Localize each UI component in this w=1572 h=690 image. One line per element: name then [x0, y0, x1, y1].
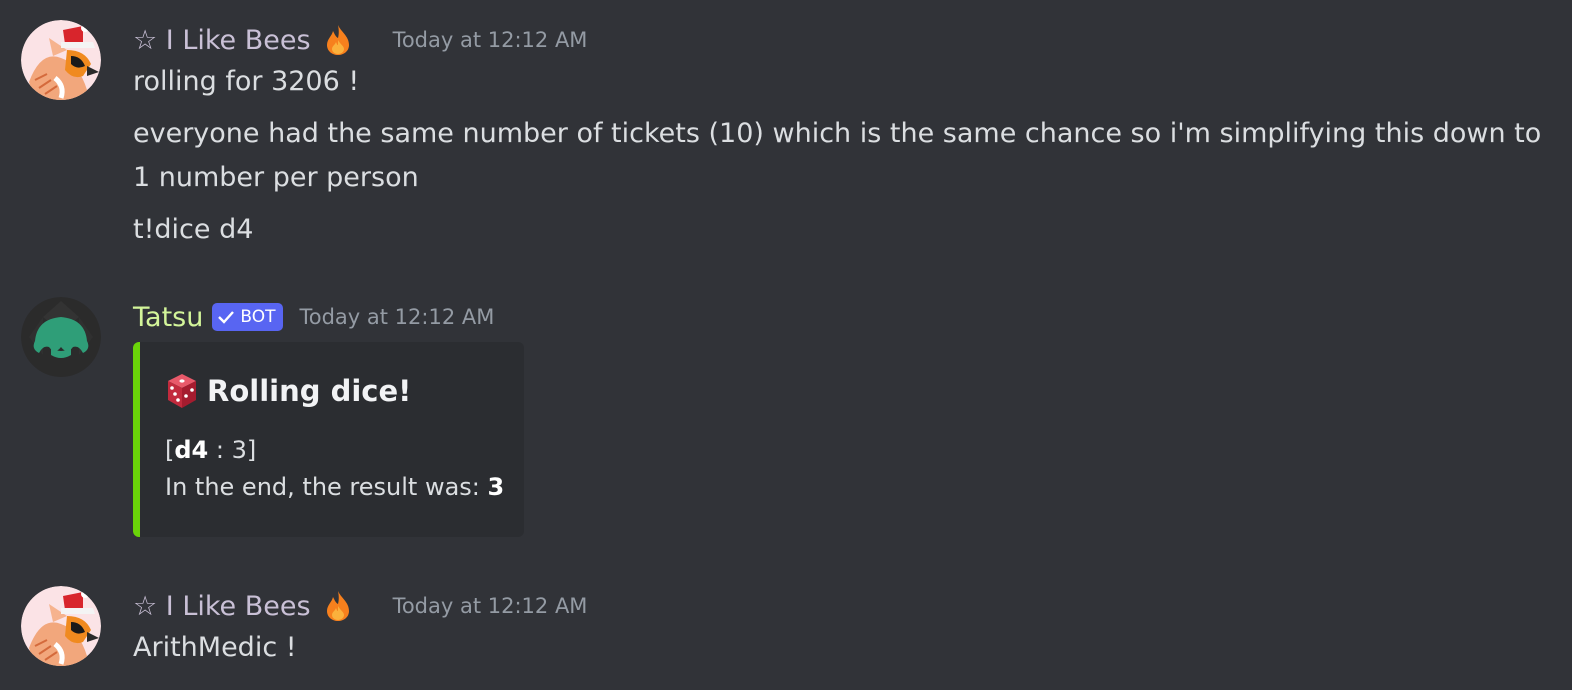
embed-roll-line: [d4 : 3]	[165, 436, 256, 464]
embed-result-line: In the end, the result was: 3	[165, 473, 504, 501]
avatar[interactable]	[21, 297, 101, 377]
roll-die: d4	[174, 436, 209, 464]
timestamp[interactable]: Today at 12:12 AM	[299, 305, 494, 329]
message-header: ☆ I Like Bees Today at 12:12 AM	[133, 586, 587, 626]
fox-avatar-icon	[21, 586, 101, 666]
roll-open: [	[165, 436, 175, 464]
message-header: Tatsu BOT Today at 12:12 AM	[133, 297, 494, 337]
message-header: ☆ I Like Bees Today at 12:12 AM	[133, 20, 587, 60]
tatsu-avatar-icon	[21, 297, 101, 377]
timestamp[interactable]: Today at 12:12 AM	[393, 594, 588, 618]
avatar[interactable]	[21, 20, 101, 100]
embed-title: Rolling dice!	[166, 372, 411, 410]
timestamp[interactable]: Today at 12:12 AM	[393, 28, 588, 52]
flame-icon	[326, 591, 349, 621]
result-prefix: In the end, the result was:	[165, 473, 488, 501]
roll-rest: : 3]	[208, 436, 257, 464]
result-value: 3	[487, 473, 505, 501]
message-text: ArithMedic !	[133, 632, 297, 663]
username[interactable]: ☆ I Like Bees	[133, 25, 311, 56]
fox-avatar-icon	[21, 20, 101, 100]
message-text: everyone had the same number of tickets …	[133, 118, 1542, 193]
embed-title-text: Rolling dice!	[207, 374, 412, 408]
embed-card: Rolling dice! [d4 : 3] In the end, the r…	[133, 342, 524, 537]
chat-message-list: ☆ I Like Bees Today at 12:12 AM rolling …	[0, 0, 1572, 690]
game-die-icon	[168, 374, 196, 408]
checkmark-icon	[218, 311, 235, 324]
bot-tag: BOT	[212, 303, 284, 331]
bot-tag-label: BOT	[240, 307, 276, 327]
flame-icon	[326, 25, 349, 55]
embed-accent-bar	[133, 342, 140, 537]
message-text: t!dice d4	[133, 214, 254, 245]
avatar[interactable]	[21, 586, 101, 666]
username[interactable]: Tatsu	[133, 302, 203, 333]
username[interactable]: ☆ I Like Bees	[133, 591, 311, 622]
message-text: rolling for 3206 !	[133, 66, 360, 97]
